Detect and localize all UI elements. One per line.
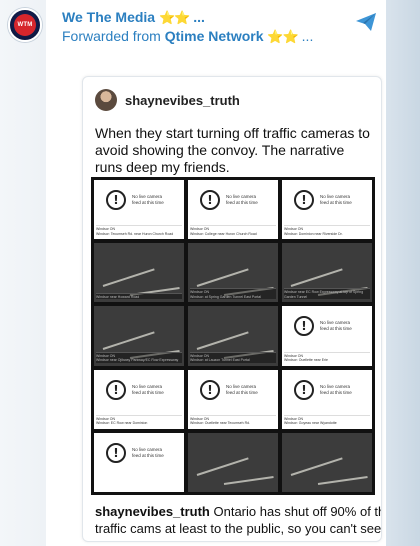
exclamation-icon: ! [200, 190, 220, 210]
camera-location-caption: Windsor ON Windsor: at Spring Garden Tun… [190, 288, 276, 300]
camera-tile-live: Windsor ON Windsor: at Lauzon Tunnel Eas… [188, 306, 278, 366]
background-left [0, 0, 46, 546]
share-arrow-icon[interactable] [354, 10, 378, 34]
no-feed-message: ! No live camera feed at this time [188, 379, 278, 400]
camera-tile-no-feed: ! No live camera feed at this time Windsor… [282, 369, 372, 429]
forwarded-from[interactable]: Forwarded from Qtime Network ⭐⭐ ... [62, 27, 362, 46]
channel-name[interactable]: We The Media ⭐⭐ ... [62, 8, 362, 27]
no-feed-label: No live camera feed at this time [132, 383, 164, 395]
traffic-camera-grid: ! No live camera feed at this time Windsor… [91, 177, 375, 495]
no-feed-message: ! No live camera feed at this time [94, 379, 184, 400]
post-image[interactable]: shaynevibes_truth When they start turnin… [82, 76, 382, 542]
camera-tile-no-feed: ! No live camera feed at this time Windsor… [282, 306, 372, 366]
road-marking [223, 476, 274, 486]
road-marking [290, 457, 343, 477]
message-bubble: We The Media ⭐⭐ ... Forwarded from Qtime… [46, 0, 386, 546]
camera-tile-no-feed: ! No live camera feed at this time Windsor… [188, 180, 278, 240]
forwarded-source: Qtime Network [164, 28, 264, 44]
camera-tile-live [282, 432, 372, 492]
caption-line-2: traffic cams at least to the public, so … [95, 521, 382, 536]
forwarded-prefix: Forwarded from [62, 28, 161, 44]
camera-location-caption: Windsor ON Windsor: Ouellette near Tecum… [190, 414, 276, 426]
road-marking [196, 457, 249, 477]
channel-avatar-logo: WTM [14, 14, 36, 36]
no-feed-message: ! No live camera feed at this time [282, 190, 372, 210]
no-feed-message: ! No live camera feed at this time [94, 190, 184, 210]
no-feed-label: No live camera feed at this time [320, 320, 352, 332]
road-marking [102, 331, 155, 350]
exclamation-icon: ! [106, 190, 126, 210]
camera-location-caption: Windsor ON Windsor: EC Row near Dominion [96, 414, 182, 426]
exclamation-icon: ! [294, 190, 314, 210]
road-marking [196, 331, 249, 350]
camera-tile-live: Windsor near Howard Road [94, 243, 184, 303]
camera-tile-no-feed: ! No live camera feed at this time Windsor… [188, 369, 278, 429]
channel-name-text: We The Media [62, 9, 156, 25]
exclamation-icon: ! [294, 316, 314, 337]
no-feed-label: No live camera feed at this time [226, 383, 258, 395]
exclamation-icon: ! [106, 379, 126, 400]
camera-tile-live: Windsor ON Windsor: at Spring Garden Tun… [188, 243, 278, 303]
forwarded-ellipsis: ... [301, 28, 314, 44]
camera-location-caption: Windsor near Howard Road [96, 292, 182, 300]
channel-avatar[interactable]: WTM [8, 8, 42, 42]
camera-location-caption: Windsor ON Windsor: at Lauzon Tunnel Eas… [190, 351, 276, 363]
exclamation-icon: ! [106, 442, 126, 463]
post-username: shaynevibes_truth [125, 92, 240, 108]
no-feed-label: No live camera feed at this time [226, 194, 258, 205]
camera-location-caption: Windsor ON Windsor: Goyeau near Wyandott… [284, 414, 370, 426]
no-feed-label: No live camera feed at this time [320, 194, 352, 205]
camera-tile-live [188, 432, 278, 492]
caption-line-1: Ontario has shut off 90% of the [213, 504, 382, 519]
post-header: shaynevibes_truth [95, 89, 240, 111]
no-feed-message: ! No live camera feed at this time [94, 442, 184, 463]
camera-tile-live: Windsor ON Windsor near Ojibway Parkway/… [94, 306, 184, 366]
post-caption: shaynevibes_truth Ontario has shut off 9… [95, 503, 382, 537]
road-marking [102, 267, 155, 287]
camera-tile-no-feed: ! No live camera feed at this time Windsor… [282, 180, 372, 240]
camera-location-caption: Windsor ON Windsor: Dominion near Rivers… [284, 225, 370, 236]
camera-tile-no-feed: ! No live camera feed at this time Windsor… [94, 180, 184, 240]
no-feed-label: No live camera feed at this time [320, 383, 352, 395]
road-marking [196, 267, 249, 287]
road-marking [317, 476, 368, 486]
camera-location-caption: Windsor near EC Row Expressway at top of… [284, 288, 370, 300]
no-feed-label: No live camera feed at this time [132, 194, 164, 205]
no-feed-message: ! No live camera feed at this time [282, 379, 372, 400]
no-feed-label: No live camera feed at this time [132, 446, 164, 458]
camera-location-caption: Windsor ON Windsor near Ojibway Parkway/… [96, 351, 182, 363]
camera-tile-no-feed: ! No live camera feed at this time Windsor… [94, 369, 184, 429]
channel-name-stars: ⭐⭐ [158, 10, 190, 25]
forwarded-stars: ⭐⭐ [267, 29, 298, 44]
camera-tile-live: Windsor near EC Row Expressway at top of… [282, 243, 372, 303]
camera-location-caption: Windsor ON Windsor: College near Huron C… [190, 225, 276, 236]
caption-username: shaynevibes_truth [95, 504, 210, 519]
camera-location-caption: Windsor ON Windsor: Ouellette near Erie [284, 351, 370, 363]
no-feed-message: ! No live camera feed at this time [188, 190, 278, 210]
post-text: When they start turning off traffic came… [95, 125, 370, 175]
no-feed-message: ! No live camera feed at this time [282, 316, 372, 337]
message-header: We The Media ⭐⭐ ... Forwarded from Qtime… [62, 8, 362, 46]
user-avatar [95, 89, 117, 111]
camera-location-caption: Windsor ON Windsor: Tecumseh Rd. near Hu… [96, 225, 182, 236]
road-marking [290, 267, 343, 287]
exclamation-icon: ! [294, 379, 314, 400]
exclamation-icon: ! [200, 379, 220, 400]
channel-name-ellipsis: ... [193, 9, 205, 25]
camera-tile-no-feed: ! No live camera feed at this time [94, 432, 184, 492]
background-right [386, 0, 420, 546]
